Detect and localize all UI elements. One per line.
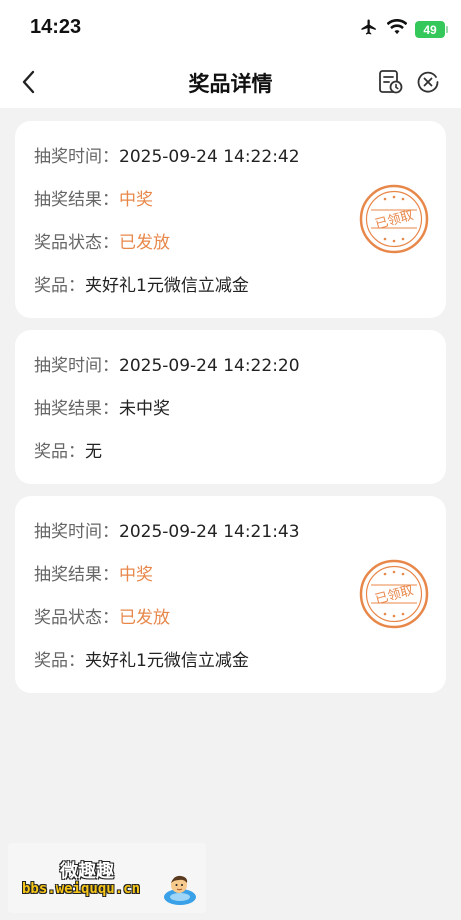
close-circle-icon bbox=[417, 71, 439, 93]
draw-result-label: 抽奖结果： bbox=[34, 399, 119, 419]
prize-label: 奖品： bbox=[34, 651, 85, 671]
status-icons: 49 bbox=[359, 18, 448, 41]
draw-time-label: 抽奖时间： bbox=[34, 356, 119, 376]
record-button[interactable] bbox=[378, 69, 404, 95]
record-clock-icon bbox=[379, 70, 403, 94]
draw-time-value: 2025-09-24 14:21:43 bbox=[119, 522, 300, 542]
status-bar: 14:23 49 bbox=[0, 0, 461, 56]
prize-label: 奖品： bbox=[34, 442, 85, 462]
wifi-icon bbox=[386, 18, 408, 40]
claimed-stamp: 已领取 bbox=[359, 184, 429, 254]
claimed-stamp: 已领取 bbox=[359, 559, 429, 629]
draw-result-row: 抽奖结果：中奖 bbox=[34, 185, 153, 210]
prize-label: 奖品： bbox=[34, 276, 85, 296]
stamp-text: 已领取 bbox=[374, 583, 416, 608]
prize-record-card[interactable]: 抽奖时间：2025-09-24 14:22:20 抽奖结果：未中奖 奖品：无 bbox=[15, 330, 446, 484]
status-time: 14:23 bbox=[30, 16, 82, 38]
battery-indicator: 49 bbox=[415, 21, 448, 38]
draw-result-row: 抽奖结果：中奖 bbox=[34, 560, 153, 585]
draw-time-value: 2025-09-24 14:22:20 bbox=[119, 356, 300, 376]
close-button[interactable] bbox=[415, 69, 441, 95]
draw-time-value: 2025-09-24 14:22:42 bbox=[119, 147, 300, 167]
stamp-text: 已领取 bbox=[374, 208, 416, 233]
draw-time-row: 抽奖时间：2025-09-24 14:22:42 bbox=[34, 142, 300, 167]
nav-bar: 奖品详情 bbox=[0, 56, 461, 108]
draw-result-value: 未中奖 bbox=[119, 399, 170, 419]
draw-result-value: 中奖 bbox=[119, 565, 153, 585]
draw-result-row: 抽奖结果：未中奖 bbox=[34, 394, 170, 419]
draw-time-row: 抽奖时间：2025-09-24 14:21:43 bbox=[34, 517, 300, 542]
draw-result-label: 抽奖结果： bbox=[34, 565, 119, 585]
prize-record-card[interactable]: 抽奖时间：2025-09-24 14:22:42 抽奖结果：中奖 奖品状态：已发… bbox=[15, 121, 446, 318]
prize-value: 夹好礼1元微信立减金 bbox=[85, 651, 249, 671]
prize-row: 奖品：无 bbox=[34, 437, 102, 462]
watermark-url: bbs.weiququ.cn bbox=[22, 881, 141, 897]
prize-row: 奖品：夹好礼1元微信立减金 bbox=[34, 646, 249, 671]
prize-status-row: 奖品状态：已发放 bbox=[34, 228, 170, 253]
watermark-logo: 微趣趣 bbs.weiququ.cn bbox=[8, 843, 206, 913]
draw-result-value: 中奖 bbox=[119, 190, 153, 210]
prize-value: 无 bbox=[85, 442, 102, 462]
prize-status-label: 奖品状态： bbox=[34, 233, 119, 253]
prize-status-value: 已发放 bbox=[119, 233, 170, 253]
airplane-icon bbox=[359, 18, 379, 41]
draw-time-row: 抽奖时间：2025-09-24 14:22:20 bbox=[34, 351, 300, 376]
draw-time-label: 抽奖时间： bbox=[34, 147, 119, 167]
prize-status-value: 已发放 bbox=[119, 608, 170, 628]
mascot-icon bbox=[164, 875, 196, 905]
draw-time-label: 抽奖时间： bbox=[34, 522, 119, 542]
prize-row: 奖品：夹好礼1元微信立减金 bbox=[34, 271, 249, 296]
prize-value: 夹好礼1元微信立减金 bbox=[85, 276, 249, 296]
watermark-name: 微趣趣 bbox=[60, 861, 114, 882]
prize-status-row: 奖品状态：已发放 bbox=[34, 603, 170, 628]
draw-result-label: 抽奖结果： bbox=[34, 190, 119, 210]
prize-status-label: 奖品状态： bbox=[34, 608, 119, 628]
prize-record-card[interactable]: 抽奖时间：2025-09-24 14:21:43 抽奖结果：中奖 奖品状态：已发… bbox=[15, 496, 446, 693]
